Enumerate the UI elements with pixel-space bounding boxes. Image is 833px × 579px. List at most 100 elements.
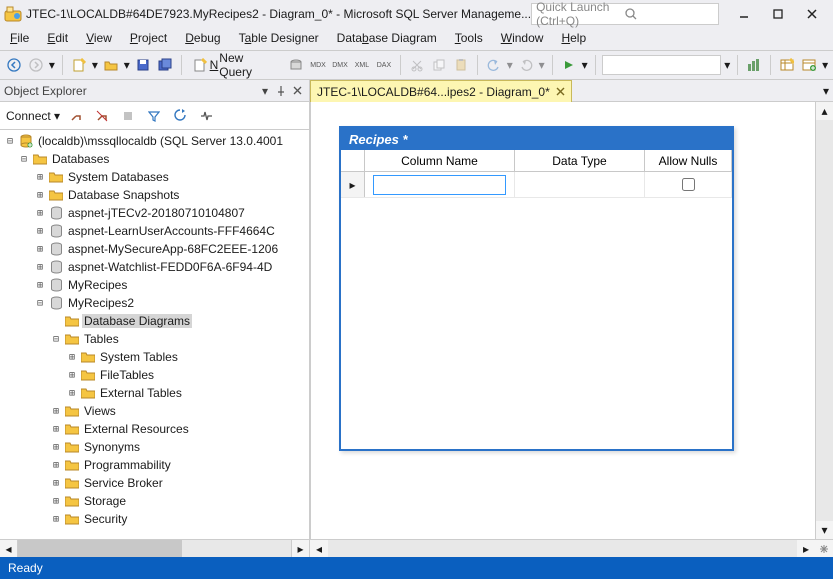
xmla-query-icon[interactable]: XML — [352, 55, 372, 75]
connect-button[interactable]: Connect ▾ — [6, 109, 60, 123]
tree-node[interactable]: ⊞Security — [0, 510, 309, 528]
tree-databases-node[interactable]: ⊟ Databases — [0, 150, 309, 168]
tree-node[interactable]: ⊞aspnet-Watchlist-FEDD0F6A-6F94-4D — [0, 258, 309, 276]
activity-icon[interactable] — [196, 106, 216, 126]
tab-close-icon[interactable] — [556, 87, 565, 96]
menu-debug[interactable]: Debug — [185, 31, 220, 45]
tree-node[interactable]: ⊞FileTables — [0, 366, 309, 384]
resize-grip-icon[interactable] — [815, 540, 833, 557]
open-file-dropdown[interactable]: ▾ — [123, 58, 131, 72]
menu-edit[interactable]: Edit — [47, 31, 68, 45]
add-table-icon[interactable] — [799, 55, 819, 75]
table-designer-recipes[interactable]: Recipes * Column Name Data Type Allow Nu… — [339, 126, 734, 451]
scroll-right-icon[interactable]: ▸ — [797, 540, 815, 557]
tree-node[interactable]: ⊞aspnet-LearnUserAccounts-FFF4664C — [0, 222, 309, 240]
tree-node[interactable]: ⊞aspnet-MySecureApp-68FC2EEE-1206 — [0, 240, 309, 258]
menu-file[interactable]: File — [10, 31, 29, 45]
menu-database-diagram[interactable]: Database Diagram — [337, 31, 437, 45]
scroll-left-icon[interactable]: ◂ — [0, 540, 18, 557]
document-tab[interactable]: JTEC-1\LOCALDB#64...ipes2 - Diagram_0* — [310, 80, 572, 102]
nav-back-button[interactable] — [4, 55, 24, 75]
stop-icon[interactable] — [118, 106, 138, 126]
tree-node-tables[interactable]: ⊟Tables — [0, 330, 309, 348]
object-explorer-tree[interactable]: ⊟ (localdb)\mssqllocaldb (SQL Server 13.… — [0, 130, 309, 539]
refresh-icon[interactable] — [170, 106, 190, 126]
panel-dropdown-icon[interactable]: ▾ — [257, 83, 273, 99]
new-item-button[interactable] — [69, 55, 89, 75]
dax-query-icon[interactable]: DAX — [374, 55, 394, 75]
allow-nulls-checkbox[interactable] — [682, 178, 695, 191]
menu-help[interactable]: Help — [561, 31, 586, 45]
pin-icon[interactable] — [273, 83, 289, 99]
scroll-left-icon[interactable]: ◂ — [310, 540, 328, 557]
dmx-query-icon[interactable]: DMX — [330, 55, 350, 75]
copy-button[interactable] — [429, 55, 449, 75]
data-type-cell[interactable] — [515, 172, 645, 197]
tree-node-database-diagrams[interactable]: Database Diagrams — [0, 312, 309, 330]
paste-button[interactable] — [451, 55, 471, 75]
tree-node[interactable]: ⊞External Resources — [0, 420, 309, 438]
tree-node[interactable]: ⊞Programmability — [0, 456, 309, 474]
header-allow-nulls[interactable]: Allow Nulls — [645, 150, 732, 171]
scroll-down-icon[interactable]: ▾ — [816, 521, 833, 539]
scroll-right-icon[interactable]: ▸ — [291, 540, 309, 557]
tree-node[interactable]: ⊞Database Snapshots — [0, 186, 309, 204]
nav-history-dropdown[interactable]: ▾ — [48, 58, 56, 72]
tree-node[interactable]: ⊞MyRecipes — [0, 276, 309, 294]
tree-node[interactable]: ⊞System Databases — [0, 168, 309, 186]
new-item-dropdown[interactable]: ▾ — [91, 58, 99, 72]
object-explorer-hscroll[interactable]: ◂ ▸ — [0, 539, 309, 557]
menu-table-designer[interactable]: Table Designer — [239, 31, 319, 45]
activity-monitor-button[interactable] — [744, 55, 764, 75]
solution-config-select[interactable] — [602, 55, 722, 75]
start-debug-dropdown[interactable]: ▾ — [581, 58, 589, 72]
tree-node[interactable]: ⊞System Tables — [0, 348, 309, 366]
disconnect-icon[interactable] — [66, 106, 86, 126]
nav-forward-button[interactable] — [26, 55, 46, 75]
quick-launch-input[interactable]: Quick Launch (Ctrl+Q) — [531, 3, 719, 25]
tree-node[interactable]: ⊞Views — [0, 402, 309, 420]
open-file-button[interactable] — [101, 55, 121, 75]
undo-button[interactable] — [484, 55, 504, 75]
db-query-button[interactable] — [286, 55, 306, 75]
redo-button[interactable] — [516, 55, 536, 75]
tree-node[interactable]: ⊞aspnet-jTECv2-20180710104807 — [0, 204, 309, 222]
menu-window[interactable]: Window — [501, 31, 544, 45]
start-debug-button[interactable] — [559, 55, 579, 75]
scroll-up-icon[interactable]: ▴ — [816, 102, 833, 120]
disconnect-all-icon[interactable] — [92, 106, 112, 126]
diagram-canvas[interactable]: ▴ ▾ Recipes * Column Name Data Type Allo… — [310, 102, 833, 539]
header-data-type[interactable]: Data Type — [515, 150, 645, 171]
tree-node-myrecipes2[interactable]: ⊟MyRecipes2 — [0, 294, 309, 312]
maximize-button[interactable] — [761, 2, 795, 26]
panel-close-icon[interactable] — [289, 83, 305, 99]
new-query-button[interactable]: NNew Query — [188, 55, 284, 75]
undo-dropdown[interactable]: ▾ — [506, 58, 514, 72]
menu-project[interactable]: Project — [130, 31, 167, 45]
header-column-name[interactable]: Column Name — [365, 150, 515, 171]
solution-config-chevron-icon[interactable]: ▾ — [723, 58, 731, 72]
tree-server-node[interactable]: ⊟ (localdb)\mssqllocaldb (SQL Server 13.… — [0, 132, 309, 150]
tab-overflow-chevron-icon[interactable]: ▾ — [823, 84, 829, 98]
filter-icon[interactable] — [144, 106, 164, 126]
menu-view[interactable]: View — [86, 31, 112, 45]
tree-node[interactable]: ⊞Synonyms — [0, 438, 309, 456]
menu-tools[interactable]: Tools — [455, 31, 483, 45]
tree-node[interactable]: ⊞External Tables — [0, 384, 309, 402]
overflow-chevron-icon[interactable]: ▾ — [821, 58, 829, 72]
table-row[interactable]: ▸ — [341, 172, 732, 198]
canvas-hscroll[interactable]: ◂ ▸ — [310, 539, 833, 557]
new-table-button[interactable] — [777, 55, 797, 75]
save-button[interactable] — [133, 55, 153, 75]
save-all-button[interactable] — [155, 55, 175, 75]
close-button[interactable] — [795, 2, 829, 26]
column-name-input[interactable] — [373, 175, 507, 195]
cut-button[interactable] — [407, 55, 427, 75]
redo-dropdown[interactable]: ▾ — [538, 58, 546, 72]
mdx-query-icon[interactable]: MDX — [308, 55, 328, 75]
table-title[interactable]: Recipes * — [341, 128, 732, 150]
canvas-vscroll[interactable]: ▴ ▾ — [815, 102, 833, 539]
tree-node[interactable]: ⊞Service Broker — [0, 474, 309, 492]
tree-node[interactable]: ⊞Storage — [0, 492, 309, 510]
row-selector-icon[interactable]: ▸ — [341, 172, 365, 197]
